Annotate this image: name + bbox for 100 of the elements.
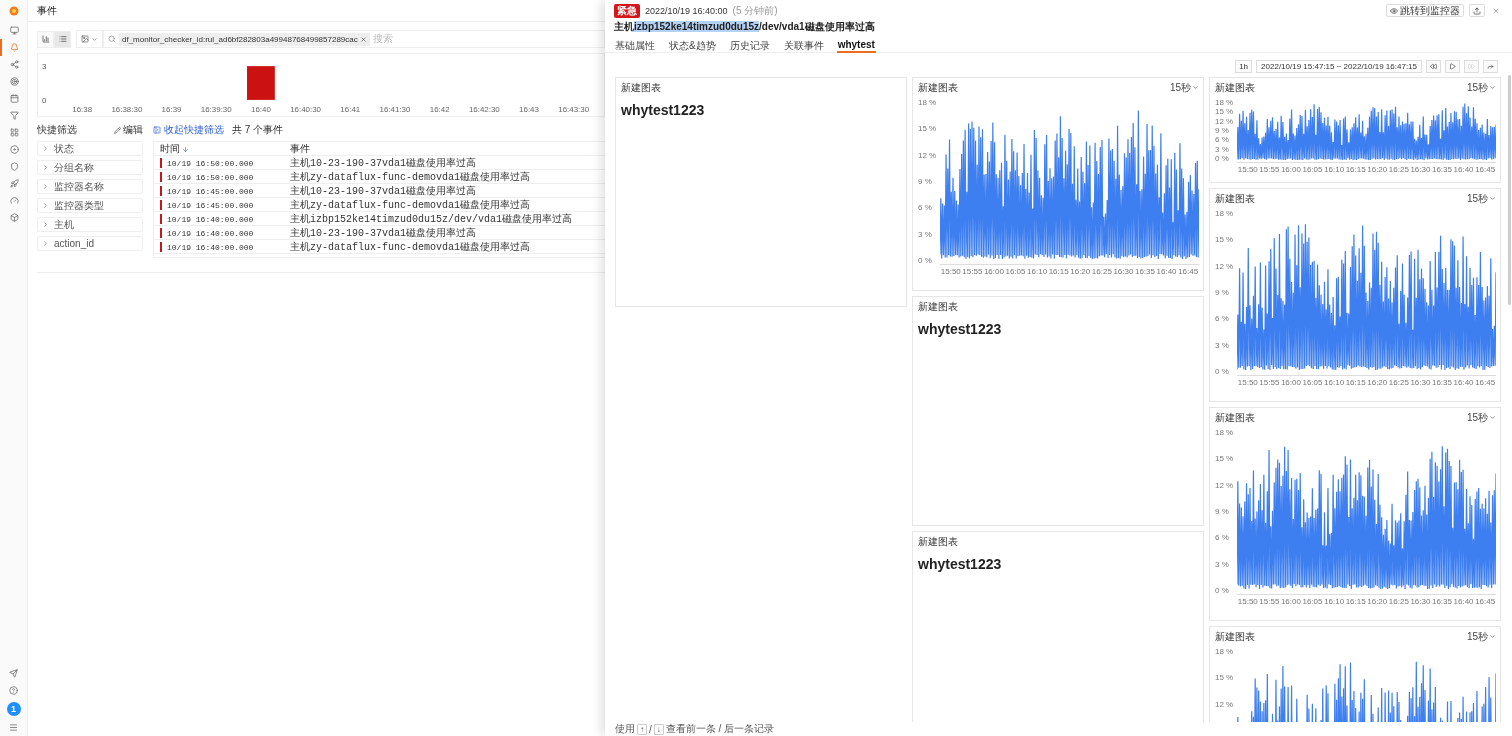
axis-label: 16:15 (1345, 379, 1366, 387)
axis-label: 9 % (918, 178, 932, 186)
filter-item[interactable]: 监控器类型 (37, 198, 143, 213)
axis-label: 16:30 (1113, 268, 1134, 276)
axis-label: 16:15 (1048, 268, 1069, 276)
axis-label: 15:50 (1237, 598, 1258, 606)
panel-title: 新建图表 (621, 80, 661, 95)
table-cell: 10/19 16:50:00.000 (154, 172, 284, 182)
axis-label: 6 % (1215, 315, 1229, 324)
panel-title: 新建图表 (1215, 629, 1255, 644)
axis-label: 9 % (1215, 508, 1229, 516)
axis-label: 3 % (1215, 560, 1229, 569)
axis-label: 3 % (1215, 145, 1229, 154)
axis-label: 9 % (1215, 289, 1229, 297)
axis-label: 16:42:30 (468, 104, 500, 114)
down-key: ↓ (653, 723, 664, 735)
axis-label: 16:40 (251, 104, 271, 114)
axis-label: 16:35 (1431, 166, 1452, 174)
collapse-link[interactable]: 收起快捷筛选 (153, 123, 224, 137)
panel-value: whytest1223 (621, 102, 706, 118)
interval-dropdown[interactable]: 15秒 (1169, 80, 1199, 95)
interval-dropdown[interactable]: 15秒 (1466, 629, 1496, 644)
axis-label: 16:15 (1345, 166, 1366, 174)
axis-label: 16:10 (1324, 379, 1345, 387)
axis-label: 12 % (1215, 481, 1234, 490)
axis-label: 15 % (1215, 455, 1234, 464)
axis-label: 16:40 (1453, 166, 1474, 174)
axis-label: 16:40 (1453, 598, 1474, 606)
axis-label: 15:55 (962, 268, 983, 276)
table-cell-text: 主机izbp152ke14timzud0du15z/dev/vda1磁盘使用率过高 (289, 212, 574, 226)
axis-label: 6 % (918, 204, 932, 213)
axis-label: 16:42 (429, 104, 450, 114)
axis-label: 16:35 (1431, 598, 1452, 606)
panel-value: whytest1223 (918, 556, 1003, 572)
range-button[interactable]: 1h (1235, 59, 1253, 73)
axis-label: 16:35 (1431, 379, 1452, 387)
interval-dropdown[interactable]: 15秒 (1466, 80, 1496, 95)
axis-label: 16:25 (1388, 379, 1409, 387)
axis-label: 16:45 (1178, 268, 1199, 276)
tab[interactable]: 状态&趋势 (668, 36, 717, 53)
interval-dropdown[interactable]: 15秒 (1466, 191, 1496, 206)
filter-item[interactable]: 监控器名称 (37, 179, 143, 194)
panel-title: 新建图表 (918, 299, 958, 314)
axis-label: 16:30 (1410, 166, 1431, 174)
axis-label: 12 % (918, 151, 937, 160)
tab[interactable]: 关联事件 (782, 36, 825, 53)
axis-label: 15:55 (1259, 166, 1280, 174)
table-cell: 10/19 16:50:00.000 (154, 158, 284, 168)
table-cell-text: 主机zy-dataflux-func-demovda1磁盘使用率过高 (289, 170, 532, 184)
page-title: 事件 (37, 3, 57, 18)
event-count: 共 7 个事件 (232, 123, 284, 137)
axis-label: 12 % (1215, 117, 1234, 126)
axis-label: 16:10 (1324, 598, 1345, 606)
filter-item[interactable]: 状态 (37, 141, 143, 156)
event-time: 2022/10/19 16:40:00 (645, 5, 728, 16)
axis-label: 16:20 (1367, 166, 1388, 174)
axis-label: 16:05 (1005, 268, 1026, 276)
column-header[interactable]: 事件 (284, 142, 605, 156)
axis-label: 16:40 (1453, 379, 1474, 387)
axis-label: 16:38:30 (111, 104, 143, 114)
axis-label: 16:40 (1156, 268, 1177, 276)
axis-label: 12 % (1215, 700, 1234, 709)
hint-text: / (649, 723, 652, 735)
table-cell: 10/19 16:40:00.000 (154, 242, 284, 252)
jump-button[interactable]: 跳转到监控器 (1386, 4, 1464, 17)
panel-title: 新建图表 (1215, 80, 1255, 95)
interval-dropdown[interactable]: 15秒 (1466, 410, 1496, 425)
axis-label: 16:43:30 (558, 104, 590, 114)
tab[interactable]: whytest (836, 36, 876, 53)
axis-label: 16:15 (1345, 598, 1366, 606)
axis-label: 16:38 (72, 104, 93, 114)
axis-label: 3 % (1215, 341, 1229, 350)
panel-title: 新建图表 (1215, 410, 1255, 425)
table-cell-text: 主机10-23-190-37vda1磁盘使用率过高 (289, 226, 477, 240)
axis-label: 16:39:30 (200, 104, 232, 114)
tab[interactable]: 基础属性 (614, 36, 656, 53)
hint-text: 使用 (615, 722, 635, 736)
level-badge: 紧急 (614, 3, 640, 18)
axis-label: 18 % (1215, 648, 1234, 656)
filter-item[interactable]: action_id (37, 236, 143, 251)
table-cell-text: 主机zy-dataflux-func-demovda1磁盘使用率过高 (289, 198, 532, 212)
axis-label: 16:45 (1475, 598, 1496, 606)
table-cell-text: 主机zy-dataflux-func-demovda1磁盘使用率过高 (289, 240, 532, 254)
filter-item[interactable]: 分组名称 (37, 160, 143, 175)
axis-label: 16:25 (1388, 598, 1409, 606)
axis-label: 0 (41, 95, 47, 105)
search-field[interactable]: df_monitor_checker_id:rul_ad6bf282803a49948768499857289cac 搜索 (103, 30, 605, 48)
axis-label: 15:50 (1237, 166, 1258, 174)
edit-link[interactable]: 编辑 (114, 123, 143, 137)
axis-label: 0 % (1215, 368, 1229, 376)
axis-label: 0 % (1215, 155, 1229, 163)
tab[interactable]: 历史记录 (728, 36, 771, 53)
column-header[interactable]: 时间 (154, 142, 284, 156)
filter-tag[interactable]: df_monitor_checker_id:rul_ad6bf282803a49948768499857289cac (119, 32, 370, 46)
hint-text: 查看前一条 / 后一条记录 (665, 722, 775, 736)
axis-label: 16:30 (1410, 598, 1431, 606)
time-range-field[interactable]: 2022/10/19 15:47:15 ~ 2022/10/19 16:47:15 (1256, 59, 1422, 73)
table-cell-text: 主机10-23-190-37vda1磁盘使用率过高 (289, 156, 477, 170)
axis-label: 16:20 (1367, 598, 1388, 606)
filter-item[interactable]: 主机 (37, 217, 143, 232)
